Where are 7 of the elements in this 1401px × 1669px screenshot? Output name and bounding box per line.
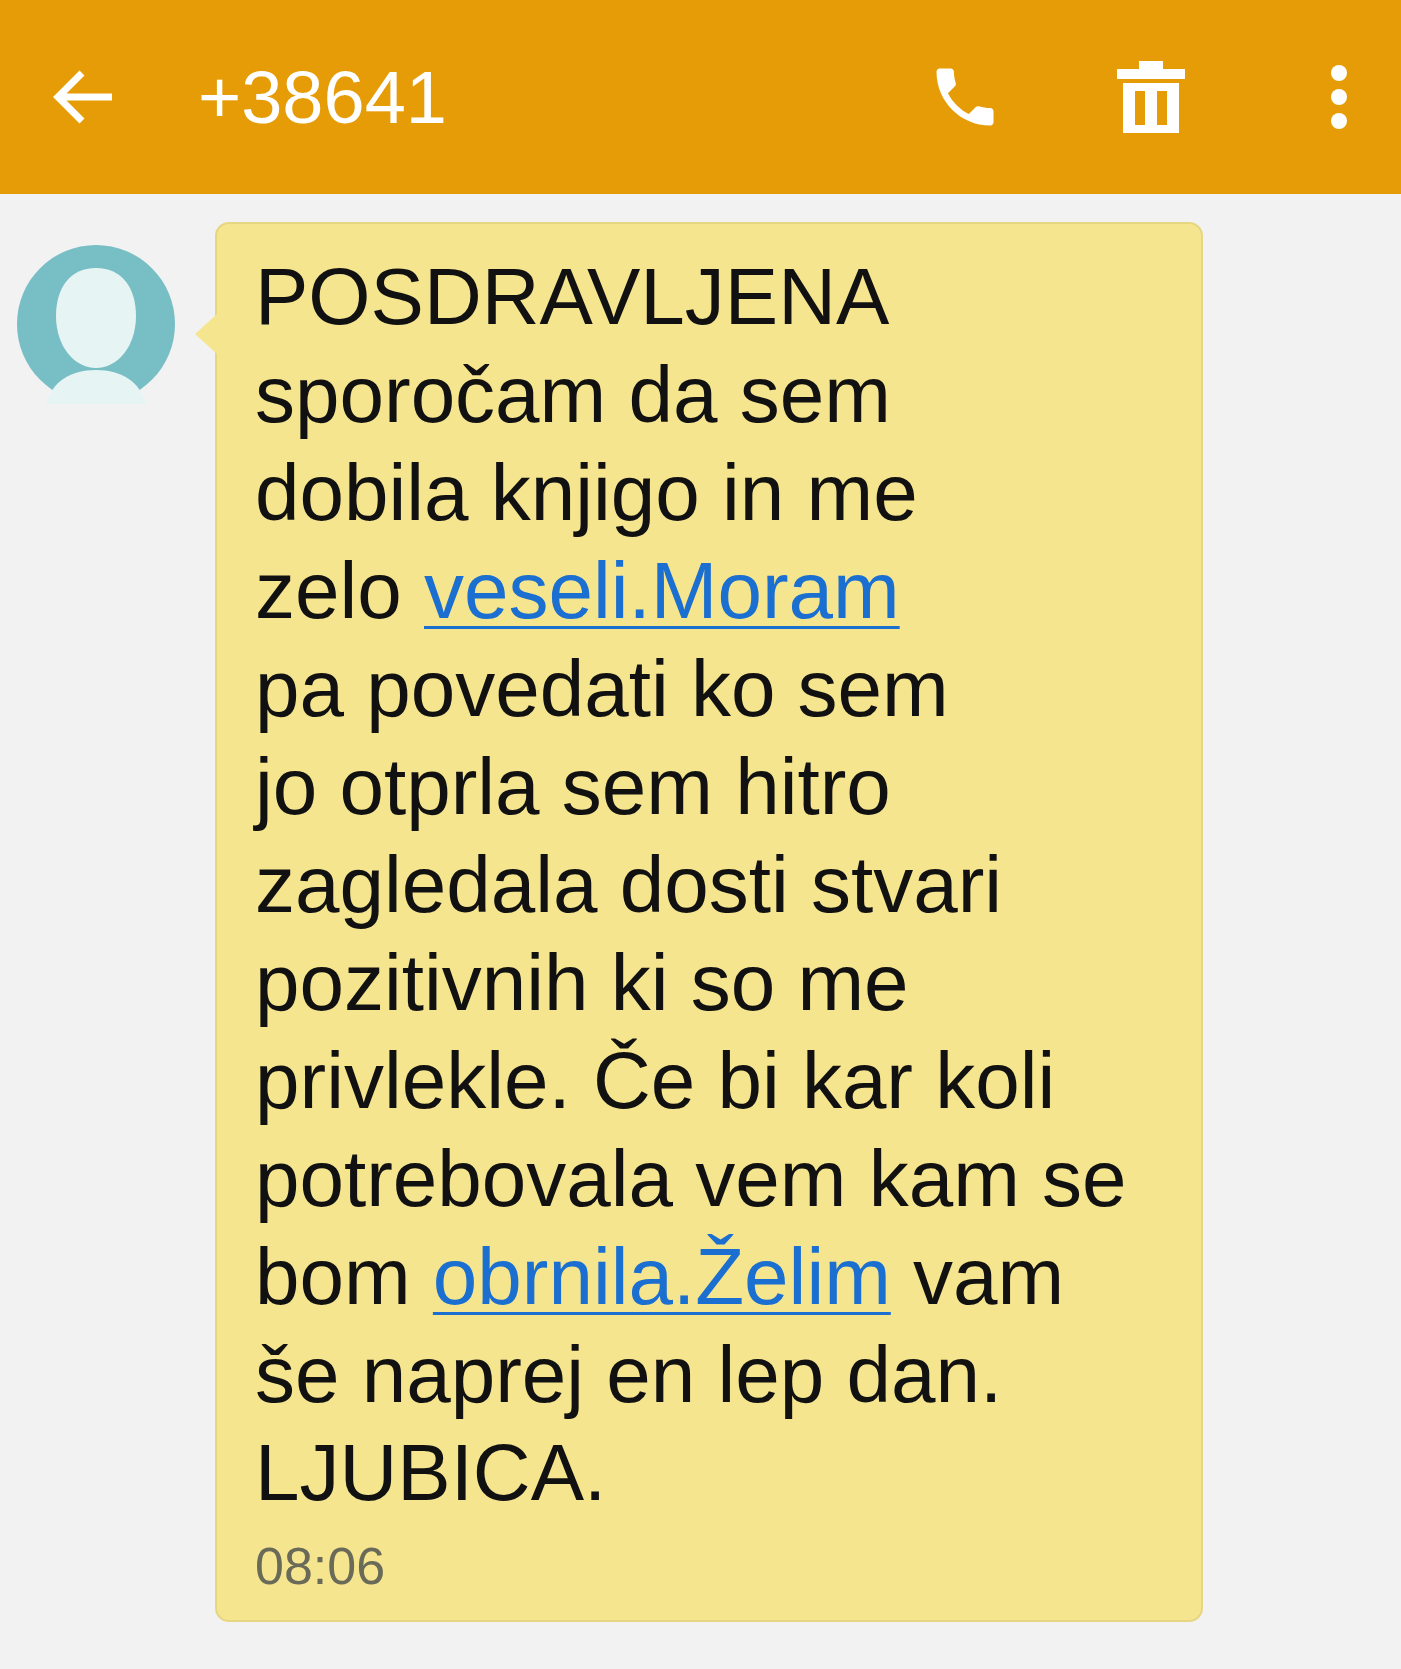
- more-icon: [1329, 65, 1349, 129]
- message-link[interactable]: obrnila.Želim: [432, 1232, 891, 1321]
- more-button[interactable]: [1329, 65, 1349, 129]
- contact-title: +38641: [198, 54, 448, 140]
- message-time: 08:06: [255, 1536, 387, 1596]
- message-link[interactable]: veseli.Moram: [424, 546, 900, 635]
- message-text: POSDRAVLJENA sporočam da sem dobila knjigo in me zelo veseli.Moram pa povedati ko sem jo otprla sem hitro zagledala dosti stvari pozitivnih ki so me privlekle. Če bi kar koli potrebovala vem kam se bom obrnila.Želim vam še naprej en lep dan. LJUBICA.: [255, 251, 1128, 1519]
